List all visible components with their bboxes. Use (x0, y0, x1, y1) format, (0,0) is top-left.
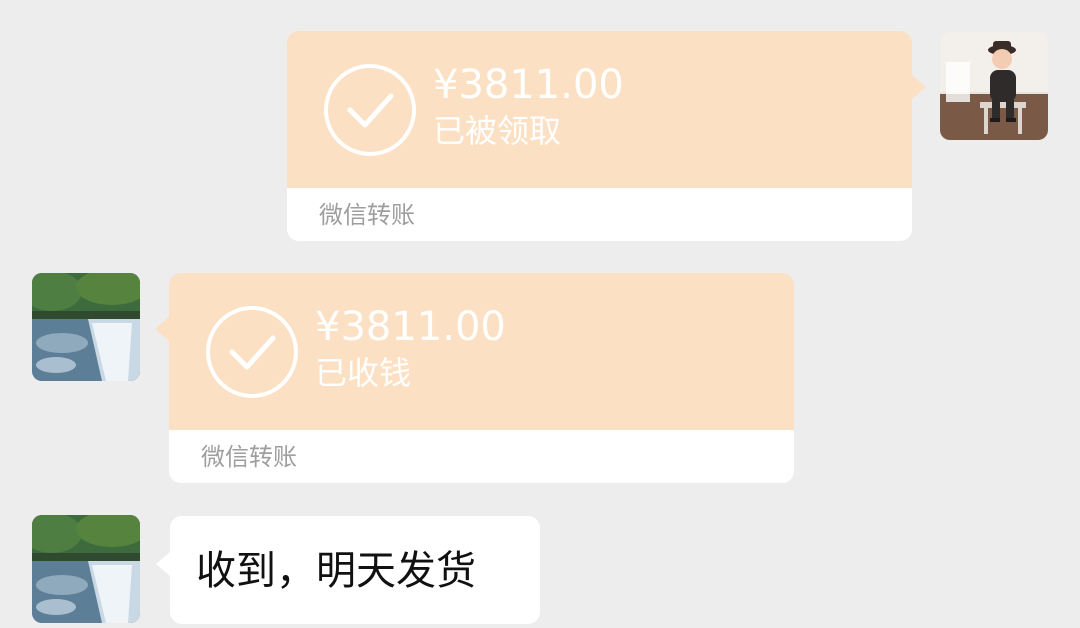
transfer-bubble-sent[interactable]: ¥3811.00 已被领取 微信转账 (287, 31, 926, 241)
bubble-tail (912, 75, 926, 99)
bubble-tail (156, 552, 170, 576)
transfer-caption: 微信转账 (201, 443, 297, 471)
transfer-bubble-body: ¥3811.00 已被领取 (287, 31, 912, 188)
transfer-bubble-received[interactable]: ¥3811.00 已收钱 微信转账 (155, 273, 794, 483)
waterfall-photo-icon (32, 515, 140, 623)
transfer-footer: 微信转账 (287, 188, 912, 241)
child-photo-icon (940, 32, 1048, 140)
transfer-status: 已收钱 (315, 354, 412, 392)
transfer-bubble-body: ¥3811.00 已收钱 (169, 273, 794, 430)
transfer-footer: 微信转账 (169, 430, 794, 483)
bubble-tail (155, 317, 169, 341)
message-text: 收到，明天发货 (196, 548, 476, 594)
text-message-bubble[interactable]: 收到，明天发货 (156, 516, 540, 624)
sender-avatar[interactable] (940, 32, 1048, 140)
check-circle-icon (324, 64, 416, 156)
receiver-avatar[interactable] (32, 273, 140, 381)
transfer-status: 已被领取 (433, 112, 562, 150)
receiver-avatar[interactable] (32, 515, 140, 623)
check-circle-icon (206, 306, 298, 398)
transfer-caption: 微信转账 (319, 201, 415, 229)
transfer-amount: ¥3811.00 (433, 62, 624, 108)
transfer-amount: ¥3811.00 (315, 304, 506, 350)
waterfall-photo-icon (32, 273, 140, 381)
